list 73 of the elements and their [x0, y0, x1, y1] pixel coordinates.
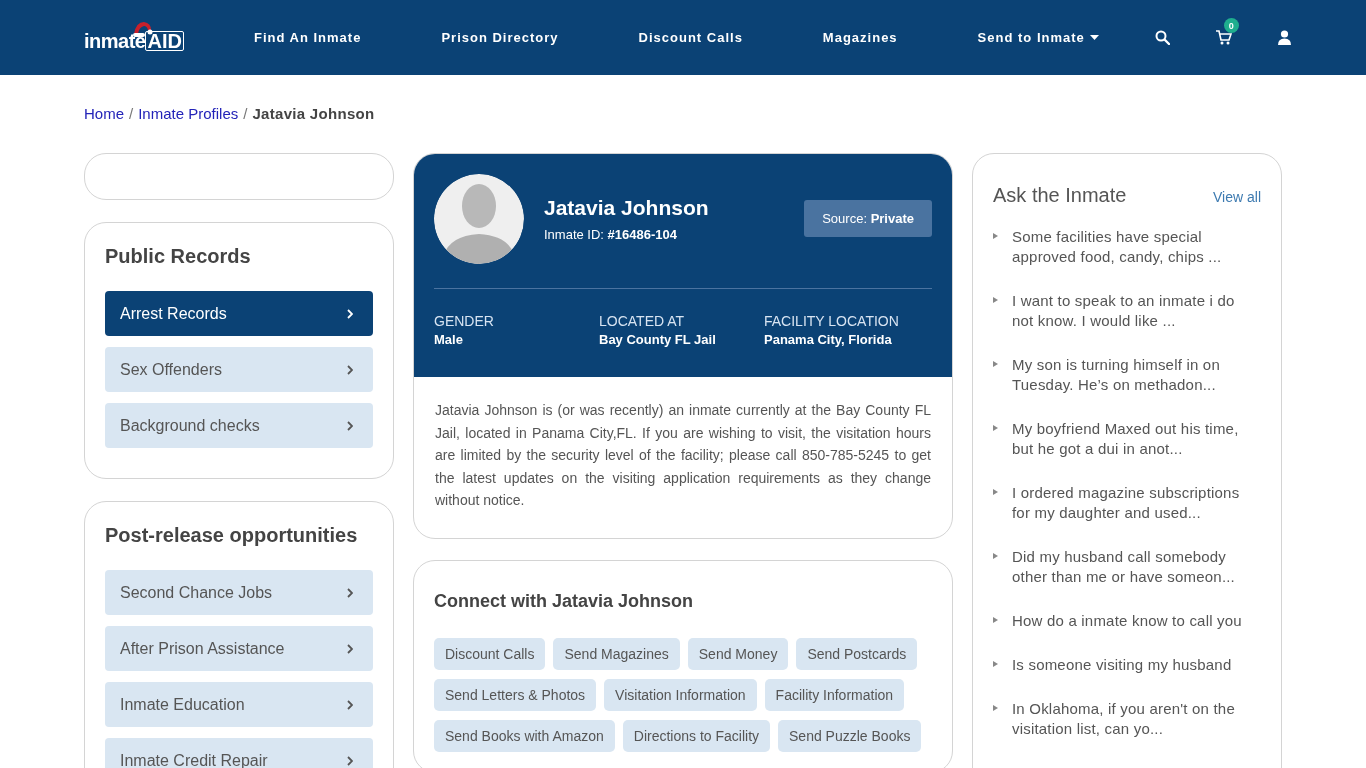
ask-title: Ask the Inmate — [993, 184, 1127, 207]
search-icon[interactable] — [1154, 30, 1170, 45]
user-icon[interactable] — [1277, 30, 1291, 45]
nav-link[interactable]: Prison Directory — [441, 30, 559, 45]
chevron-right-icon — [347, 699, 353, 710]
nav-link[interactable]: Magazines — [822, 30, 898, 45]
bullet-icon — [993, 705, 998, 711]
sidebar-item[interactable]: After Prison Assistance — [105, 626, 373, 671]
sidebar-item[interactable]: Background checks — [105, 403, 373, 448]
connect-link-button[interactable]: Send Money — [687, 637, 789, 670]
chevron-right-icon — [347, 420, 353, 431]
sidebar-item[interactable]: Second Chance Jobs — [105, 570, 373, 615]
connect-link-button[interactable]: Send Postcards — [796, 637, 918, 670]
fact-value: Panama City, Florida — [764, 332, 893, 347]
sidebar-item[interactable]: Inmate Credit Repair — [105, 738, 373, 768]
cart-count-badge: 0 — [1223, 18, 1239, 33]
section-title: Post-release opportunities — [105, 524, 359, 547]
fact-value: Bay County FL Jail — [599, 332, 717, 347]
breadcrumb-separator: / — [243, 105, 248, 123]
section-title: Connect with Jatavia Johnson — [434, 590, 695, 612]
inmate-id: Inmate ID: #16486-104 — [544, 227, 678, 242]
connect-link-button[interactable]: Directions to Facility — [622, 719, 771, 752]
connect-link-button[interactable]: Facility Information — [764, 678, 905, 711]
question-link[interactable]: Is someone visiting my husband — [1012, 655, 1240, 675]
question-link[interactable]: My boyfriend Maxed out his time, but he got a dui in anot... — [1012, 419, 1261, 459]
connect-link-button[interactable]: Send Books with Amazon — [434, 719, 615, 752]
chevron-right-icon — [347, 364, 353, 375]
question-link[interactable]: In Oklahoma, if you aren't on the visitation list, can yo... — [1012, 699, 1261, 739]
nav-link[interactable]: Find An Inmate — [254, 30, 362, 45]
inmate-name: Jatavia Johnson — [544, 196, 710, 220]
fact-label: FACILITY LOCATION — [764, 313, 900, 329]
question-link[interactable]: I want to speak to an inmate i do not know. I would like ... — [1012, 291, 1261, 331]
connect-link-button[interactable]: Send Magazines — [553, 637, 680, 670]
chevron-right-icon — [347, 587, 353, 598]
chevron-right-icon — [347, 308, 353, 319]
connect-link-button[interactable]: Visitation Information — [604, 678, 757, 711]
fact-label: LOCATED AT — [599, 313, 686, 329]
caret-icon — [1089, 35, 1099, 40]
sidebar-item[interactable]: Arrest Records — [105, 291, 373, 336]
section-title: Public Records — [105, 245, 252, 268]
nav-link[interactable]: Discount Calls — [638, 30, 743, 45]
bullet-icon — [993, 425, 998, 431]
breadcrumb-link[interactable]: Inmate Profiles — [138, 105, 239, 123]
chevron-right-icon — [347, 755, 353, 766]
bullet-icon — [993, 361, 998, 367]
logo[interactable]: inmateAID — [84, 22, 234, 53]
sidebar-item[interactable]: Sex Offenders — [105, 347, 373, 392]
question-link[interactable]: Did my husband call somebody other than me or have someon... — [1012, 547, 1261, 587]
question-link[interactable]: I ordered magazine subscriptions for my daughter and used... — [1012, 483, 1261, 523]
view-all-link[interactable]: View all — [1213, 189, 1261, 205]
connect-link-button[interactable]: Send Puzzle Books — [778, 719, 922, 752]
source-badge: Source: Private — [804, 200, 932, 237]
chevron-right-icon — [347, 643, 353, 654]
description-text: Jatavia Johnson is (or was recently) an inmate currently at the Bay County FL Jail, located in Panama City,FL. If you are wishing to visit, the visitation hours are limited by the security level of the facility; please call 850-785-5245 to get the latest updates on the visiting application requirements as they change without notice. — [434, 401, 932, 511]
question-link[interactable]: How do a inmate know to call you — [1012, 611, 1250, 631]
cart-icon[interactable] — [1215, 30, 1232, 45]
breadcrumb-link[interactable]: Jatavia Johnson — [252, 105, 375, 123]
connect-link-button[interactable]: Discount Calls — [434, 637, 546, 670]
bullet-icon — [993, 297, 998, 303]
question-link[interactable]: Some facilities have special approved food, candy, chips ... — [1012, 227, 1261, 267]
bullet-icon — [993, 553, 998, 559]
fact-label: GENDER — [434, 313, 495, 329]
bullet-icon — [993, 617, 998, 623]
breadcrumb-separator: / — [129, 105, 134, 123]
bullet-icon — [993, 489, 998, 495]
bullet-icon — [993, 233, 998, 239]
connect-link-button[interactable]: Send Letters & Photos — [434, 678, 597, 711]
fact-value: Male — [434, 332, 464, 347]
bullet-icon — [993, 661, 998, 667]
nav-link[interactable]: Send to Inmate — [977, 30, 1099, 45]
sidebar-item[interactable]: Inmate Education — [105, 682, 373, 727]
question-link[interactable]: My son is turning himself in on Tuesday. He’s on methadon... — [1012, 355, 1261, 395]
breadcrumb-link[interactable]: Home — [84, 105, 124, 123]
